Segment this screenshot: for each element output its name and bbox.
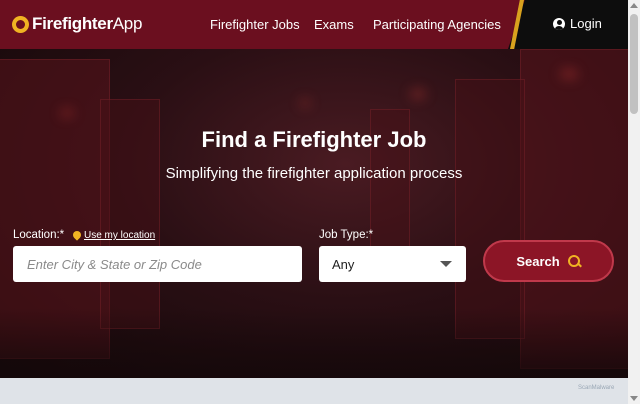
hero-section: Find a Firefighter Job Simplifying the f… bbox=[0, 49, 628, 378]
hero-light bbox=[60, 109, 74, 117]
hero-light bbox=[300, 99, 310, 107]
site-logo[interactable]: FirefighterApp bbox=[12, 14, 142, 34]
user-circle-icon bbox=[553, 17, 565, 30]
next-section bbox=[0, 378, 628, 404]
use-my-location-label: Use my location bbox=[84, 230, 156, 241]
hero-light bbox=[410, 89, 426, 99]
site-header: FirefighterApp Firefighter Jobs Exams Pa… bbox=[0, 0, 628, 49]
job-type-select[interactable]: Any bbox=[319, 246, 466, 282]
scroll-thumb[interactable] bbox=[630, 14, 638, 114]
job-type-value: Any bbox=[332, 257, 355, 272]
logo-emblem-icon bbox=[12, 15, 29, 33]
page-scrollbar[interactable] bbox=[628, 0, 640, 404]
scroll-down-arrow-icon[interactable] bbox=[630, 396, 638, 401]
use-my-location-link[interactable]: Use my location bbox=[73, 230, 155, 241]
hero-background-shape bbox=[455, 79, 525, 339]
map-pin-icon bbox=[73, 231, 81, 241]
login-label: Login bbox=[570, 16, 602, 31]
location-label: Location:* bbox=[13, 229, 65, 241]
logo-text: FirefighterApp bbox=[32, 14, 143, 33]
hero-title: Find a Firefighter Job bbox=[201, 127, 427, 152]
scroll-up-arrow-icon[interactable] bbox=[630, 3, 638, 8]
nav-exams[interactable]: Exams bbox=[314, 17, 354, 32]
login-link[interactable]: Login bbox=[553, 16, 602, 31]
search-icon bbox=[567, 254, 581, 268]
hero-floor-shade bbox=[0, 308, 628, 378]
chevron-down-icon bbox=[440, 261, 452, 267]
watermark: ScanMalware bbox=[578, 385, 615, 391]
hero-subtitle: Simplifying the firefighter application … bbox=[165, 165, 463, 182]
hero-light bbox=[560, 69, 578, 79]
search-button-label: Search bbox=[516, 253, 560, 269]
search-button[interactable]: Search bbox=[483, 240, 614, 282]
location-input[interactable] bbox=[13, 246, 302, 282]
nav-participating-agencies[interactable]: Participating Agencies bbox=[373, 17, 501, 32]
nav-firefighter-jobs[interactable]: Firefighter Jobs bbox=[210, 17, 300, 32]
job-type-label: Job Type:* bbox=[319, 229, 374, 241]
